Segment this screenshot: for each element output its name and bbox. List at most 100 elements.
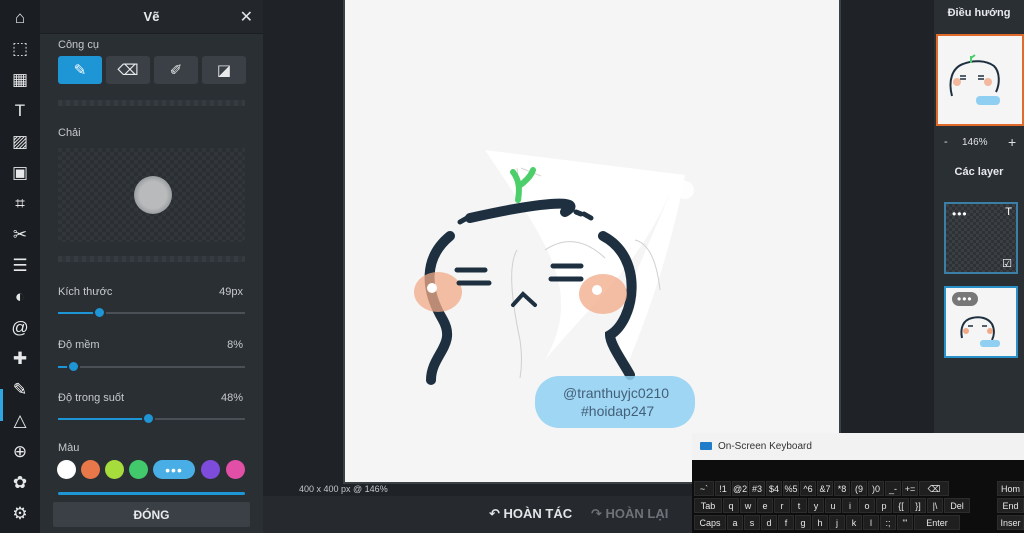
- osk-title-bar[interactable]: On-Screen Keyboard: [692, 433, 1024, 460]
- active-tool-indicator: [0, 389, 3, 421]
- key[interactable]: Inser: [997, 515, 1024, 530]
- color-swatch[interactable]: [129, 460, 148, 479]
- key[interactable]: r: [774, 498, 790, 513]
- picker-tool-icon[interactable]: ✐: [154, 56, 198, 84]
- key[interactable]: i: [842, 498, 858, 513]
- opacity-slider[interactable]: [58, 412, 245, 425]
- key[interactable]: h: [812, 515, 828, 530]
- key[interactable]: e: [757, 498, 773, 513]
- key[interactable]: )0: [868, 481, 884, 496]
- pattern-icon[interactable]: ⊕: [4, 438, 36, 466]
- slider-fill: [58, 418, 148, 420]
- home-icon[interactable]: ⌂: [4, 4, 36, 32]
- key[interactable]: d: [761, 515, 777, 530]
- texture-icon[interactable]: ▨: [4, 128, 36, 156]
- layout-icon[interactable]: ▦: [4, 66, 36, 94]
- key[interactable]: Del: [944, 498, 970, 513]
- key[interactable]: #3: [749, 481, 765, 496]
- layer-menu-icon[interactable]: •••: [952, 292, 978, 306]
- slider-handle[interactable]: [66, 360, 80, 373]
- color-swatch[interactable]: [81, 460, 100, 479]
- drawing-canvas[interactable]: @tranthuyjc0210 #hoidap247: [343, 0, 841, 484]
- navigator-thumbnail[interactable]: [936, 34, 1024, 126]
- key[interactable]: !1: [715, 481, 731, 496]
- image-icon[interactable]: ▣: [4, 159, 36, 187]
- select-icon[interactable]: ⬚: [4, 35, 36, 63]
- key[interactable]: End: [997, 498, 1024, 513]
- key[interactable]: ^6: [800, 481, 816, 496]
- close-button[interactable]: ĐÓNG: [53, 502, 250, 527]
- key[interactable]: ~`: [694, 481, 714, 496]
- key[interactable]: ⌫: [919, 481, 949, 496]
- key[interactable]: o: [859, 498, 875, 513]
- shape-icon[interactable]: △: [4, 407, 36, 435]
- key[interactable]: {[: [893, 498, 909, 513]
- zoom-in-button[interactable]: +: [1008, 134, 1016, 150]
- zoom-out-button[interactable]: -: [944, 136, 948, 148]
- layer-text[interactable]: ••• T ☑: [944, 202, 1018, 274]
- key[interactable]: &7: [817, 481, 833, 496]
- key[interactable]: :;: [880, 515, 896, 530]
- layer-menu-icon[interactable]: •••: [952, 208, 968, 220]
- more-colors-button[interactable]: •••: [153, 460, 195, 479]
- key[interactable]: t: [791, 498, 807, 513]
- cutout-icon[interactable]: ✂: [4, 221, 36, 249]
- key[interactable]: |\: [927, 498, 943, 513]
- key[interactable]: q: [723, 498, 739, 513]
- color-swatch[interactable]: [105, 460, 124, 479]
- divider: [58, 256, 245, 262]
- key[interactable]: %5: [783, 481, 799, 496]
- eraser-tool-icon[interactable]: ⌫: [106, 56, 150, 84]
- undo-button[interactable]: ↶ HOÀN TÁC: [489, 506, 572, 522]
- adjust-icon[interactable]: ☰: [4, 252, 36, 280]
- key[interactable]: g: [795, 515, 811, 530]
- key[interactable]: p: [876, 498, 892, 513]
- on-screen-keyboard: On-Screen Keyboard ~` !1 @2 #3 $4 %5 ^6 &7 *8 (9)…: [692, 433, 1024, 533]
- key[interactable]: @2: [732, 481, 748, 496]
- layer-image[interactable]: •••: [944, 286, 1018, 358]
- left-blush: [414, 272, 462, 312]
- key[interactable]: w: [740, 498, 756, 513]
- color-swatch[interactable]: [201, 460, 220, 479]
- healing-icon[interactable]: ✚: [4, 345, 36, 373]
- key[interactable]: }]: [910, 498, 926, 513]
- key[interactable]: y: [808, 498, 824, 513]
- key[interactable]: a: [727, 515, 743, 530]
- key[interactable]: u: [825, 498, 841, 513]
- key[interactable]: s: [744, 515, 760, 530]
- close-icon[interactable]: ✕: [240, 7, 253, 27]
- settings-icon[interactable]: ⚙: [4, 500, 36, 528]
- color-swatch[interactable]: [57, 460, 76, 479]
- redo-button[interactable]: ↷ HOÀN LẠI: [591, 506, 668, 522]
- watermark-line-1: @tranthuyjc0210: [563, 385, 669, 401]
- fill-tool-icon[interactable]: ◪: [202, 56, 246, 84]
- key[interactable]: f: [778, 515, 794, 530]
- key[interactable]: Tab: [694, 498, 722, 513]
- slider-handle[interactable]: [93, 306, 107, 319]
- key[interactable]: "': [897, 515, 913, 530]
- key[interactable]: $4: [766, 481, 782, 496]
- key[interactable]: j: [829, 515, 845, 530]
- brush-icon[interactable]: ✎: [4, 376, 36, 404]
- crop-icon[interactable]: ⌗: [4, 190, 36, 218]
- softness-slider[interactable]: [58, 360, 245, 373]
- key[interactable]: k: [846, 515, 862, 530]
- color-swatch[interactable]: [226, 460, 245, 479]
- key[interactable]: Hom: [997, 481, 1024, 496]
- key[interactable]: _-: [885, 481, 901, 496]
- layers-title: Các layer: [954, 166, 1004, 178]
- key[interactable]: +=: [902, 481, 918, 496]
- key[interactable]: l: [863, 515, 879, 530]
- sticker-icon[interactable]: ✿: [4, 469, 36, 497]
- key[interactable]: (9: [851, 481, 867, 496]
- brush-tool-icon[interactable]: ✎: [58, 56, 102, 84]
- size-slider[interactable]: [58, 306, 245, 319]
- layer-visibility-icon[interactable]: ☑: [1002, 257, 1012, 270]
- spiral-icon[interactable]: @: [4, 314, 36, 342]
- slider-handle[interactable]: [141, 412, 155, 425]
- key[interactable]: *8: [834, 481, 850, 496]
- text-icon[interactable]: T: [4, 97, 36, 125]
- contrast-icon[interactable]: ◐: [4, 283, 36, 311]
- key[interactable]: Enter: [914, 515, 960, 530]
- key[interactable]: Caps: [694, 515, 726, 530]
